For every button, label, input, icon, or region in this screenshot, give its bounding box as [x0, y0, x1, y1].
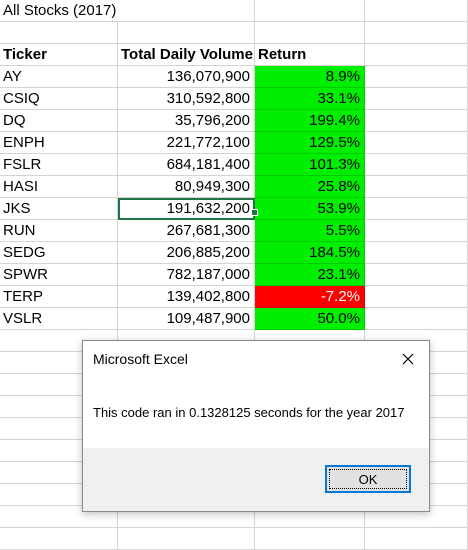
ticker-cell[interactable]: VSLR: [0, 308, 118, 330]
return-cell[interactable]: 129.5%: [255, 132, 365, 154]
ticker-cell[interactable]: ENPH: [0, 132, 118, 154]
message-dialog: Microsoft Excel This code ran in 0.13281…: [82, 340, 430, 512]
return-cell[interactable]: 184.5%: [255, 242, 365, 264]
cell-empty[interactable]: [365, 220, 468, 242]
cell-empty[interactable]: [365, 22, 468, 44]
cell-empty[interactable]: [255, 528, 365, 550]
volume-cell[interactable]: 80,949,300: [118, 176, 255, 198]
ticker-cell[interactable]: JKS: [0, 198, 118, 220]
volume-cell[interactable]: 139,402,800: [118, 286, 255, 308]
header-ticker[interactable]: Ticker: [0, 44, 118, 66]
return-cell[interactable]: 23.1%: [255, 264, 365, 286]
volume-cell[interactable]: 109,487,900: [118, 308, 255, 330]
cell-empty[interactable]: [365, 0, 468, 22]
ticker-cell[interactable]: FSLR: [0, 154, 118, 176]
cell-empty[interactable]: [255, 0, 365, 22]
close-icon[interactable]: [393, 345, 423, 373]
cell-empty[interactable]: [365, 264, 468, 286]
header-volume[interactable]: Total Daily Volume: [118, 44, 255, 66]
volume-cell[interactable]: 221,772,100: [118, 132, 255, 154]
cell-empty[interactable]: [255, 22, 365, 44]
cell-empty[interactable]: [365, 242, 468, 264]
selected-cell[interactable]: 191,632,200: [118, 198, 255, 220]
cell-empty[interactable]: [365, 198, 468, 220]
dialog-message: This code ran in 0.1328125 seconds for t…: [93, 405, 405, 420]
ticker-cell[interactable]: CSIQ: [0, 88, 118, 110]
cell-empty[interactable]: [365, 308, 468, 330]
return-cell[interactable]: 53.9%: [255, 198, 365, 220]
return-cell[interactable]: 101.3%: [255, 154, 365, 176]
cell-empty[interactable]: [0, 528, 118, 550]
ticker-cell[interactable]: DQ: [0, 110, 118, 132]
return-cell[interactable]: 50.0%: [255, 308, 365, 330]
volume-cell[interactable]: 782,187,000: [118, 264, 255, 286]
volume-cell[interactable]: 206,885,200: [118, 242, 255, 264]
return-cell[interactable]: 33.1%: [255, 88, 365, 110]
volume-cell[interactable]: 267,681,300: [118, 220, 255, 242]
volume-cell[interactable]: 684,181,400: [118, 154, 255, 176]
cell-empty[interactable]: [118, 0, 255, 22]
cell-empty[interactable]: [118, 528, 255, 550]
cell-empty[interactable]: [365, 44, 468, 66]
ticker-cell[interactable]: TERP: [0, 286, 118, 308]
return-cell[interactable]: -7.2%: [255, 286, 365, 308]
cell-empty[interactable]: [365, 110, 468, 132]
cell-empty[interactable]: [365, 528, 468, 550]
cell-empty[interactable]: [0, 22, 118, 44]
cell-empty[interactable]: [365, 176, 468, 198]
cell-empty[interactable]: [365, 132, 468, 154]
fill-handle[interactable]: [251, 209, 258, 216]
return-cell[interactable]: 25.8%: [255, 176, 365, 198]
ticker-cell[interactable]: SEDG: [0, 242, 118, 264]
cell-empty[interactable]: [365, 286, 468, 308]
close-icon-glyph: [402, 353, 414, 365]
ok-button[interactable]: OK: [325, 465, 411, 493]
sheet-title[interactable]: All Stocks (2017): [0, 0, 118, 22]
cell-empty[interactable]: [118, 22, 255, 44]
cell-empty[interactable]: [365, 154, 468, 176]
ticker-cell[interactable]: HASI: [0, 176, 118, 198]
volume-cell[interactable]: 136,070,900: [118, 66, 255, 88]
volume-cell[interactable]: 310,592,800: [118, 88, 255, 110]
cell-empty[interactable]: [365, 66, 468, 88]
ticker-cell[interactable]: RUN: [0, 220, 118, 242]
header-return[interactable]: Return: [255, 44, 365, 66]
cell-empty[interactable]: [365, 88, 468, 110]
return-cell[interactable]: 199.4%: [255, 110, 365, 132]
dialog-title: Microsoft Excel: [93, 351, 188, 367]
volume-cell[interactable]: 35,796,200: [118, 110, 255, 132]
return-cell[interactable]: 5.5%: [255, 220, 365, 242]
ticker-cell[interactable]: SPWR: [0, 264, 118, 286]
dialog-footer: OK: [83, 448, 429, 511]
return-cell[interactable]: 8.9%: [255, 66, 365, 88]
ticker-cell[interactable]: AY: [0, 66, 118, 88]
